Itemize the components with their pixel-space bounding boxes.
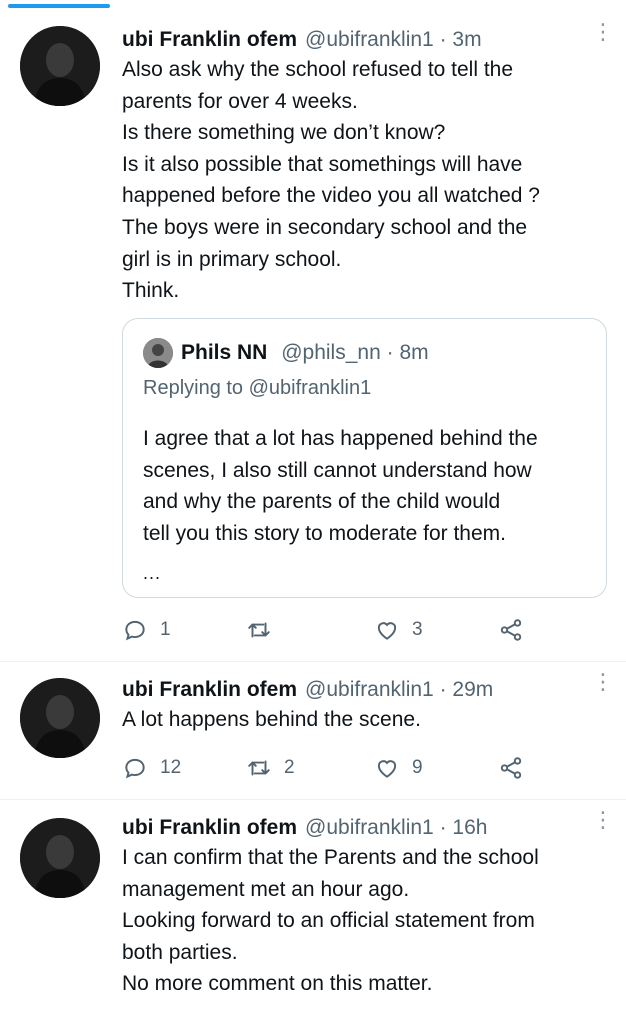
- quoted-author-handle: @phils_nn · 8m: [281, 341, 429, 364]
- reply-count: 12: [160, 757, 182, 778]
- tweet-text: I can confirm that the Parents and the s…: [122, 846, 539, 996]
- active-tab-indicator: [8, 4, 110, 8]
- more-vertical-icon[interactable]: ⋮: [592, 671, 614, 702]
- tweet-actions: 12 2 9: [122, 753, 542, 783]
- reply-button[interactable]: 12: [122, 753, 181, 783]
- retweet-button[interactable]: [246, 615, 284, 645]
- quoted-header: Phils NN @phils_nn · 8m: [181, 339, 429, 367]
- replying-to-mention: @ubifranklin1: [248, 377, 372, 399]
- tweet-text: Also ask why the school refused to tell …: [122, 58, 540, 303]
- author-handle: @ubifranklin1 · 29m: [305, 678, 494, 701]
- retweet-count: 2: [284, 757, 295, 778]
- quoted-tweet[interactable]: Phils NN @phils_nn · 8m Replying to @ubi…: [122, 318, 607, 598]
- share-button[interactable]: [498, 753, 524, 783]
- tweet-text: A lot happens behind the scene.: [122, 708, 421, 731]
- quoted-text: I agree that a lot has happened behind t…: [143, 427, 538, 545]
- reply-button[interactable]: 1: [122, 615, 171, 645]
- share-icon: [500, 619, 522, 641]
- reply-icon: [125, 620, 145, 641]
- tweet-header: ubi Franklin ofem @ubifranklin1 · 29m: [122, 676, 606, 704]
- more-vertical-icon[interactable]: ⋮: [592, 809, 614, 840]
- divider: [0, 799, 626, 800]
- like-button[interactable]: 9: [374, 753, 423, 783]
- divider: [0, 661, 626, 662]
- replying-to: Replying to @ubifranklin1: [143, 377, 372, 399]
- heart-icon: [377, 760, 397, 778]
- tweet-header: ubi Franklin ofem @ubifranklin1 · 16h: [122, 814, 606, 842]
- author-handle: @ubifranklin1 · 16h: [305, 816, 488, 839]
- retweet-icon: [248, 760, 270, 776]
- author-handle: @ubifranklin1 · 3m: [305, 28, 482, 51]
- author-name[interactable]: ubi Franklin ofem: [122, 26, 297, 54]
- more-vertical-icon[interactable]: ⋮: [592, 21, 614, 52]
- quoted-author-name: Phils NN: [181, 341, 268, 364]
- retweet-icon: [248, 622, 270, 638]
- author-name[interactable]: ubi Franklin ofem: [122, 814, 297, 842]
- tweet-time: 16h: [452, 816, 488, 839]
- author-name[interactable]: ubi Franklin ofem: [122, 676, 297, 704]
- reply-icon: [125, 758, 145, 779]
- like-button[interactable]: 3: [374, 615, 423, 645]
- share-icon: [500, 757, 522, 779]
- reply-count: 1: [160, 619, 171, 640]
- tweet-time: 3m: [452, 28, 482, 51]
- share-button[interactable]: [498, 615, 524, 645]
- tweet-actions: 1 3: [122, 615, 542, 645]
- quoted-ellipsis: ...: [143, 563, 162, 583]
- like-count: 9: [412, 757, 423, 778]
- quoted-avatar: [143, 338, 173, 368]
- avatar[interactable]: [20, 26, 100, 106]
- tweet-time: 29m: [452, 678, 494, 701]
- avatar[interactable]: [20, 678, 100, 758]
- retweet-button[interactable]: 2: [246, 753, 295, 783]
- avatar[interactable]: [20, 818, 100, 898]
- heart-icon: [377, 622, 397, 640]
- like-count: 3: [412, 619, 423, 640]
- tweet-header: ubi Franklin ofem @ubifranklin1 · 3m: [122, 26, 606, 54]
